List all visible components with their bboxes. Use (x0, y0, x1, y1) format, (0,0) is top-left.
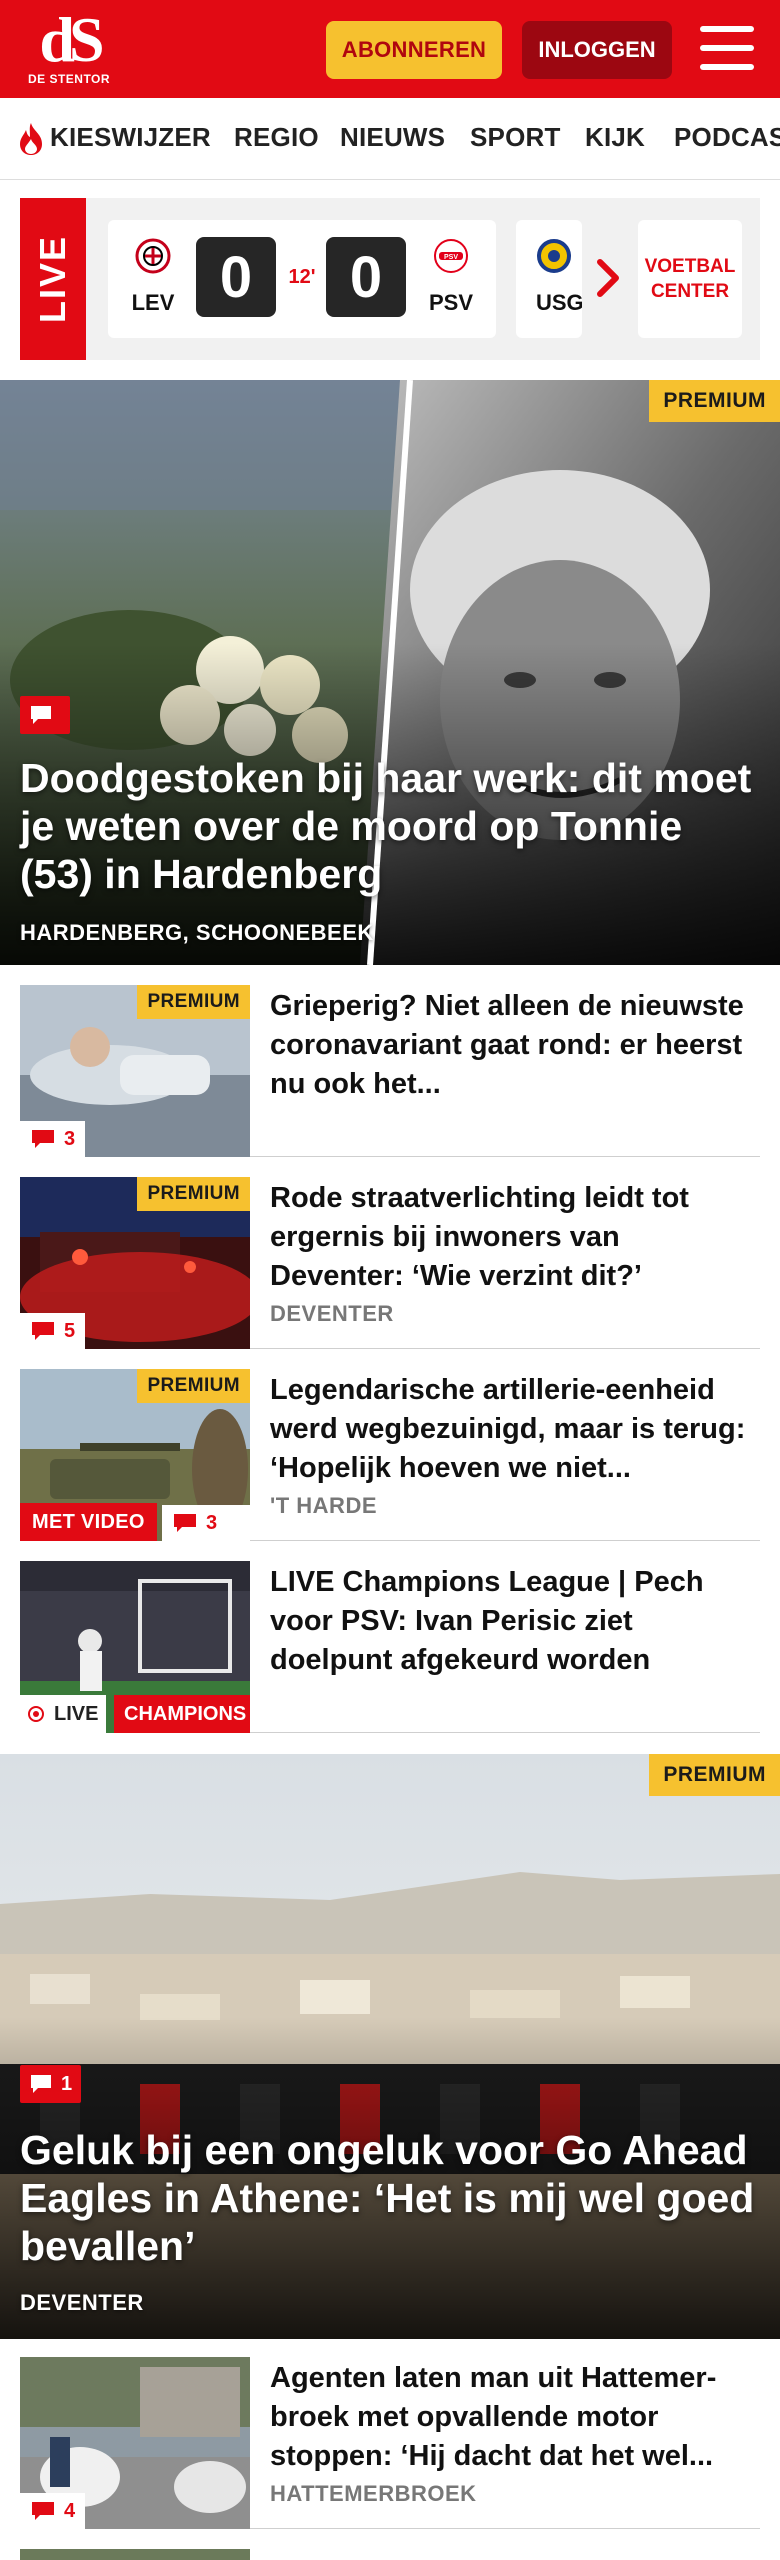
comment-bubble-icon (32, 1322, 54, 1340)
flame-icon (20, 123, 42, 155)
article-thumbnail: LIVE CHAMPIONS LEAGUE (20, 1561, 250, 1733)
list-item[interactable]: PREMIUM 5 Rode straatverlichting leidt t… (20, 1177, 760, 1349)
article-headline[interactable]: LIVE Champions League | Pech voor PSV: I… (270, 1563, 760, 1680)
match-card[interactable]: LEV 0 12' 0 PSV PSV (108, 220, 496, 338)
comment-bubble-icon (32, 2502, 54, 2520)
usg-crest-icon (537, 239, 571, 273)
voetbal-center-button[interactable]: VOETBAL CENTER (638, 220, 742, 338)
comment-count[interactable]: 3 (20, 1121, 86, 1157)
comment-count[interactable]: 4 (20, 2493, 86, 2529)
article-headline[interactable]: Rode straatverlichting leidt tot ergerni… (270, 1179, 760, 1296)
svg-text:PSV: PSV (444, 254, 458, 261)
comment-count[interactable]: 3 (162, 1505, 250, 1541)
article-headline[interactable]: Grieperig? Niet alleen de nieuwste coron… (270, 987, 760, 1104)
logo-text: DE STENTOR (27, 72, 111, 86)
main-navigation: KIESWIJZER REGIO NIEUWS SPORT KIJK PODCA… (0, 98, 780, 180)
comment-bubble-icon (31, 2075, 51, 2093)
article-location: HATTEMERBROEK (270, 2481, 477, 2506)
comment-count[interactable]: 1 (20, 2065, 82, 2103)
comment-bubble-icon (31, 706, 51, 724)
nav-item-regio[interactable]: REGIO (234, 122, 319, 153)
nav-item-kijk[interactable]: KIJK (585, 122, 645, 153)
hero-2-headline[interactable]: Geluk bij een ongeluk voor Go Ahead Eagl… (20, 2126, 760, 2270)
next-article-thumbnail-peek (20, 2549, 250, 2560)
hero-article-2[interactable]: PREMIUM 1 Geluk bij een ongeluk voor Go … (0, 1754, 780, 2339)
comment-bubble-icon (174, 1514, 196, 1532)
home-team: LEV (118, 220, 188, 338)
article-headline[interactable]: Agenten laten man uit Hattemer­broek met… (270, 2359, 760, 2476)
article-thumbnail: PREMIUM 5 (20, 1177, 250, 1349)
nav-item-sport[interactable]: SPORT (470, 122, 561, 153)
away-team: PSV PSV (416, 220, 486, 338)
comment-count-value: 5 (64, 1319, 76, 1342)
live-badge: LIVE (20, 1695, 107, 1733)
article-location: DEVENTER (270, 1301, 394, 1326)
comment-count-value: 1 (61, 2072, 73, 2095)
home-score: 0 (196, 237, 276, 317)
live-dot-icon (28, 1706, 44, 1722)
nav-item-podcast[interactable]: PODCAS (674, 122, 780, 153)
live-tab-label: LIVE (32, 234, 73, 324)
de-stentor-logo[interactable]: dS DE STENTOR (24, 4, 114, 88)
article-thumbnail: PREMIUM MET VIDEO 3 (20, 1369, 250, 1541)
match-minute: 12' (288, 266, 316, 288)
list-item[interactable]: PREMIUM 3 Grieperig? Niet alleen de nieu… (20, 985, 760, 1157)
live-badge-label: LIVE (54, 1702, 99, 1725)
logo-mark: dS (39, 4, 104, 75)
comment-count-value: 3 (206, 1511, 218, 1534)
article-thumbnail: PREMIUM 3 (20, 985, 250, 1157)
live-tab[interactable]: LIVE (20, 198, 86, 360)
premium-badge: PREMIUM (649, 1754, 780, 1796)
live-scores-bar: LIVE LEV 0 12' 0 PSV PSV USG VOETBAL CEN… (20, 198, 760, 360)
away-score: 0 (326, 237, 406, 317)
premium-badge: PREMIUM (137, 985, 250, 1019)
list-item[interactable]: LIVE CHAMPIONS LEAGUE LIVE Champions Lea… (20, 1561, 760, 1733)
article-location: 'T HARDE (270, 1493, 378, 1518)
video-badge: MET VIDEO (20, 1503, 157, 1541)
category-badge[interactable]: CHAMPIONS LEAGUE (114, 1695, 250, 1733)
hero-2-location: DEVENTER (20, 2290, 144, 2315)
away-team-name: PSV (428, 290, 474, 315)
nav-item-nieuws[interactable]: NIEUWS (340, 122, 445, 153)
article-thumbnail: 4 (20, 2357, 250, 2529)
comment-count[interactable]: 5 (20, 1313, 86, 1349)
list-item[interactable]: PREMIUM MET VIDEO 3 Legendarische artill… (20, 1369, 760, 1541)
premium-badge: PREMIUM (649, 380, 780, 422)
comment-count-value: 3 (64, 1127, 76, 1150)
top-header: dS DE STENTOR ABONNEREN INLOGGEN (0, 0, 780, 98)
comment-count[interactable] (20, 696, 70, 734)
psv-crest-icon: PSV (434, 239, 468, 273)
chevron-right-icon[interactable] (594, 256, 624, 300)
list-item[interactable]: 4 Agenten laten man uit Hattemer­broek m… (20, 2357, 760, 2529)
comment-count-value: 4 (64, 2499, 76, 2522)
next-match-card[interactable]: USG (516, 220, 582, 338)
hero-1-headline[interactable]: Doodgestoken bij haar werk: dit moet je … (20, 754, 760, 898)
hamburger-menu-icon[interactable] (700, 24, 754, 72)
home-team-name: LEV (131, 290, 175, 315)
premium-badge: PREMIUM (137, 1177, 250, 1211)
login-button[interactable]: INLOGGEN (522, 21, 672, 79)
leverkusen-crest-icon (135, 238, 171, 274)
hero-1-location: HARDENBERG, SCHOONEBEEK (20, 920, 374, 945)
premium-badge: PREMIUM (137, 1369, 250, 1403)
next-match-team: USG (536, 290, 582, 315)
nav-item-kieswijzer[interactable]: KIESWIJZER (50, 122, 211, 153)
hero-article-1[interactable]: PREMIUM Doodgestoken bij haar werk: dit … (0, 380, 780, 965)
article-headline[interactable]: Legendarische artillerie-eenheid werd we… (270, 1371, 760, 1488)
subscribe-button[interactable]: ABONNEREN (326, 21, 502, 79)
comment-bubble-icon (32, 1130, 54, 1148)
